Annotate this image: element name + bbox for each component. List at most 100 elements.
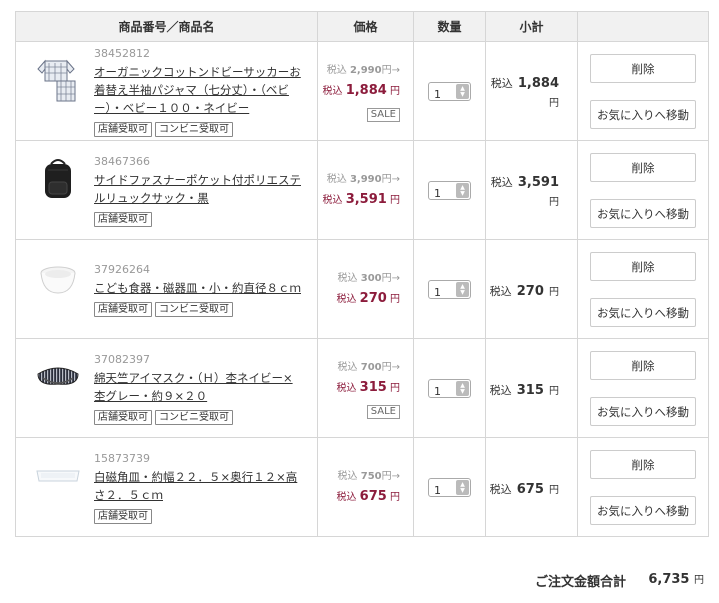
product-id: 38452812 (94, 47, 150, 60)
subtotal-cell: 税込 3,591 円 (485, 140, 578, 240)
move-to-favorites-button[interactable]: お気に入りへ移動 (590, 297, 696, 327)
subtotal-cell: 税込 675 円 (485, 437, 578, 537)
price-cell: 税込 700円→ 税込 315 円 SALE (317, 338, 414, 438)
store-pickup-badge: 店舗受取可 (94, 122, 152, 137)
sale-badge: SALE (366, 404, 400, 419)
order-total-value: 6,735 円 (648, 572, 704, 587)
delete-button[interactable]: 削除 (590, 350, 696, 380)
backpack-icon[interactable] (34, 155, 82, 203)
table-header: 商品番号／商品名 価格 数量 小計 (15, 11, 709, 42)
order-total-label: ご注文金額合計 (535, 575, 627, 590)
delete-button[interactable]: 削除 (590, 53, 696, 83)
stepper-arrows-icon: ▲ ▼ (456, 282, 469, 297)
product-cell: 38467366 サイドファスナーポケット付ポリエステルリュックサック・黒 店舗… (15, 140, 318, 240)
actions-cell: 削除 お気に入りへ移動 (577, 41, 709, 141)
sale-price: 税込 270 円 (336, 290, 400, 306)
subtotal-value: 3,591 (517, 175, 559, 190)
move-to-favorites-button[interactable]: お気に入りへ移動 (590, 396, 696, 426)
delete-button[interactable]: 削除 (590, 251, 696, 281)
quantity-select[interactable]: 1 ▲ ▼ (428, 280, 471, 299)
actions-cell: 削除 お気に入りへ移動 (577, 437, 709, 537)
original-price: 税込 2,990円→ (326, 64, 400, 76)
convenience-pickup-badge: コンビニ受取可 (155, 302, 233, 317)
convenience-pickup-badge: コンビニ受取可 (155, 122, 233, 137)
stepper-arrows-icon: ▲ ▼ (456, 480, 469, 495)
subtotal-value: 1,884 (517, 76, 559, 91)
original-price: 税込 700円→ (337, 361, 400, 373)
actions-cell: 削除 お気に入りへ移動 (577, 140, 709, 240)
table-row: 15873739 白磁角皿・約幅２２．５×奥行１２×高さ２．５ｃｍ 店舗受取可 … (15, 437, 709, 537)
price-cell: 税込 750円→ 税込 675 円 (317, 437, 414, 537)
product-name-link[interactable]: サイドファスナーポケット付ポリエステルリュックサック・黒 (94, 171, 304, 207)
header-qty: 数量 (413, 11, 486, 42)
order-total: ご注文金額合計 6,735 円 (535, 571, 710, 590)
table-row: 38467366 サイドファスナーポケット付ポリエステルリュックサック・黒 店舗… (15, 140, 709, 240)
stepper-arrows-icon: ▲ ▼ (456, 84, 469, 99)
qty-cell: 1 ▲ ▼ (413, 437, 486, 537)
convenience-pickup-badge: コンビニ受取可 (155, 410, 233, 425)
product-name-link[interactable]: 白磁角皿・約幅２２．５×奥行１２×高さ２．５ｃｍ (94, 468, 304, 504)
header-actions (577, 11, 709, 42)
actions-cell: 削除 お気に入りへ移動 (577, 239, 709, 339)
actions-cell: 削除 お気に入りへ移動 (577, 338, 709, 438)
table-row: 37082397 綿天竺アイマスク・（Ｈ）杢ネイビー×杢グレー・約９×２０ 店舗… (15, 338, 709, 438)
sale-badge: SALE (366, 107, 400, 122)
move-to-favorites-button[interactable]: お気に入りへ移動 (590, 99, 696, 129)
quantity-select[interactable]: 1 ▲ ▼ (428, 478, 471, 497)
price-cell: 税込 300円→ 税込 270 円 (317, 239, 414, 339)
quantity-select[interactable]: 1 ▲ ▼ (428, 181, 471, 200)
delete-button[interactable]: 削除 (590, 152, 696, 182)
product-id: 38467366 (94, 155, 150, 168)
product-cell: 38452812 オーガニックコットンドビーサッカーお着替え半袖パジャマ（七分丈… (15, 41, 318, 141)
store-pickup-badge: 店舗受取可 (94, 509, 152, 524)
table-row: 38452812 オーガニックコットンドビーサッカーお着替え半袖パジャマ（七分丈… (15, 41, 709, 141)
product-name-link[interactable]: 綿天竺アイマスク・（Ｈ）杢ネイビー×杢グレー・約９×２０ (94, 369, 304, 405)
sale-price: 税込 1,884 円 (322, 82, 401, 98)
qty-cell: 1 ▲ ▼ (413, 41, 486, 141)
store-pickup-badge: 店舗受取可 (94, 410, 152, 425)
header-subtotal: 小計 (485, 11, 578, 42)
pajama-icon[interactable] (34, 56, 82, 104)
stepper-arrows-icon: ▲ ▼ (456, 183, 469, 198)
product-cell: 37926264 こども食器・磁器皿・小・約直径８ｃｍ 店舗受取可 コンビニ受取可 (15, 239, 318, 339)
sale-price: 税込 675 円 (336, 488, 400, 504)
product-id: 37926264 (94, 263, 150, 276)
product-name-link[interactable]: こども食器・磁器皿・小・約直径８ｃｍ (94, 279, 304, 297)
move-to-favorites-button[interactable]: お気に入りへ移動 (590, 198, 696, 228)
cart-table: 商品番号／商品名 価格 数量 小計 38452812 オーガニックコットンドビー… (15, 11, 709, 537)
product-name-link[interactable]: オーガニックコットンドビーサッカーお着替え半袖パジャマ（七分丈）・（ベビー）・ベ… (94, 63, 304, 117)
bowl-icon[interactable] (34, 254, 82, 302)
product-id: 15873739 (94, 452, 150, 465)
plate-icon[interactable] (34, 452, 82, 500)
price-cell: 税込 3,990円→ 税込 3,591 円 (317, 140, 414, 240)
delete-button[interactable]: 削除 (590, 449, 696, 479)
quantity-select[interactable]: 1 ▲ ▼ (428, 379, 471, 398)
qty-cell: 1 ▲ ▼ (413, 140, 486, 240)
original-price: 税込 750円→ (337, 470, 400, 482)
product-cell: 37082397 綿天竺アイマスク・（Ｈ）杢ネイビー×杢グレー・約９×２０ 店舗… (15, 338, 318, 438)
price-cell: 税込 2,990円→ 税込 1,884 円 SALE (317, 41, 414, 141)
table-row: 37926264 こども食器・磁器皿・小・約直径８ｃｍ 店舗受取可 コンビニ受取可… (15, 239, 709, 339)
eye-mask-icon[interactable] (34, 353, 82, 401)
store-pickup-badge: 店舗受取可 (94, 302, 152, 317)
store-pickup-badge: 店舗受取可 (94, 212, 152, 227)
subtotal-value: 315 (516, 382, 544, 398)
move-to-favorites-button[interactable]: お気に入りへ移動 (590, 495, 696, 525)
subtotal-cell: 税込 315 円 (485, 338, 578, 438)
original-price: 税込 300円→ (337, 272, 400, 284)
sale-price: 税込 315 円 (336, 379, 400, 395)
product-cell: 15873739 白磁角皿・約幅２２．５×奥行１２×高さ２．５ｃｍ 店舗受取可 (15, 437, 318, 537)
subtotal-value: 270 (516, 283, 544, 299)
header-price: 価格 (317, 11, 414, 42)
qty-cell: 1 ▲ ▼ (413, 239, 486, 339)
header-product: 商品番号／商品名 (15, 11, 318, 42)
stepper-arrows-icon: ▲ ▼ (456, 381, 469, 396)
qty-cell: 1 ▲ ▼ (413, 338, 486, 438)
product-id: 37082397 (94, 353, 150, 366)
subtotal-cell: 税込 1,884 円 (485, 41, 578, 141)
sale-price: 税込 3,591 円 (322, 191, 401, 207)
subtotal-value: 675 (516, 481, 544, 497)
quantity-select[interactable]: 1 ▲ ▼ (428, 82, 471, 101)
original-price: 税込 3,990円→ (326, 173, 400, 185)
subtotal-cell: 税込 270 円 (485, 239, 578, 339)
